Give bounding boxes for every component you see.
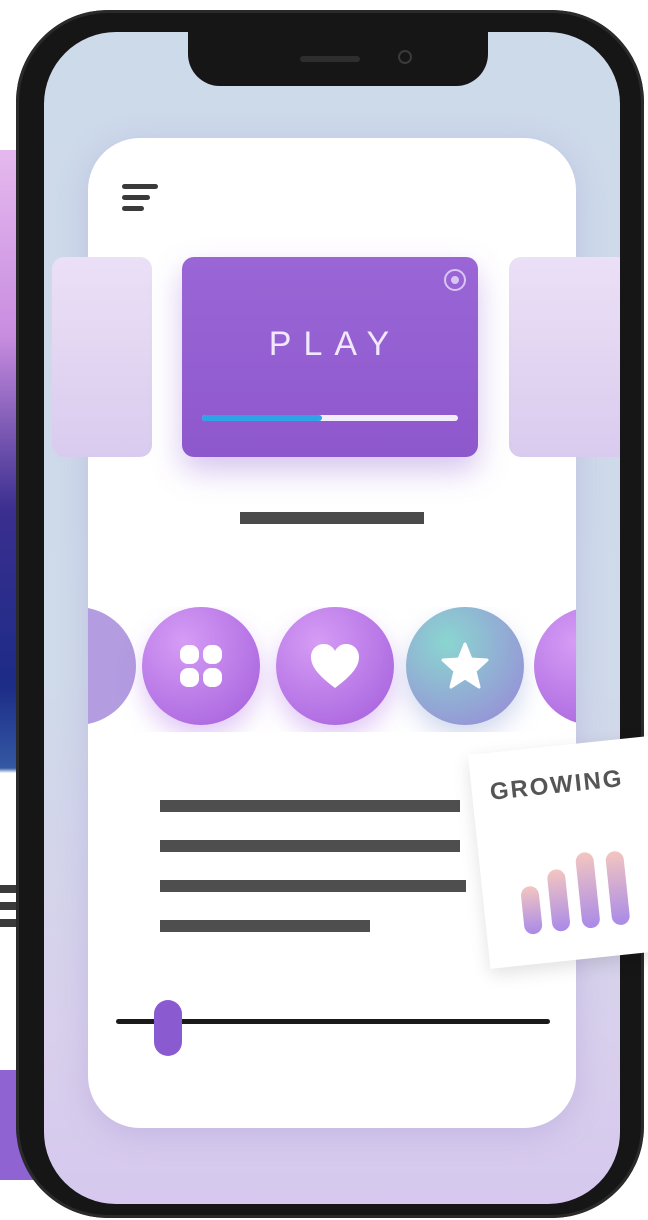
play-card[interactable]: PLAY (182, 257, 478, 457)
close-icon[interactable] (444, 269, 466, 291)
carousel-card-next[interactable] (509, 257, 620, 457)
heart-button[interactable] (276, 607, 394, 725)
heart-icon (311, 644, 359, 688)
text-placeholder-lines (160, 800, 466, 960)
feature-icon-row (88, 607, 576, 732)
growing-bar (574, 851, 601, 929)
phone-screen: PLAY (44, 32, 620, 1204)
speaker-grille (300, 56, 360, 62)
hamburger-menu-icon[interactable] (122, 184, 158, 217)
play-progress-fill (202, 415, 323, 421)
growing-label: GROWING (488, 764, 625, 806)
play-label: PLAY (268, 325, 402, 363)
star-button[interactable] (406, 607, 524, 725)
phone-frame: PLAY (16, 10, 644, 1218)
phone-notch (188, 32, 488, 86)
camera-icon (398, 50, 412, 64)
feature-circle-partial-right[interactable] (534, 607, 576, 725)
slider-thumb[interactable] (154, 1000, 183, 1056)
play-progress-bar[interactable] (202, 415, 458, 421)
growing-bar (546, 868, 571, 933)
growing-badge-card: GROWING (468, 734, 648, 969)
growing-bar (520, 885, 544, 936)
carousel-card-previous[interactable] (52, 257, 152, 457)
title-placeholder (240, 512, 424, 524)
clover-button[interactable] (142, 607, 260, 725)
star-icon (441, 642, 489, 689)
growing-bar (604, 850, 631, 926)
clover-icon (180, 645, 222, 687)
feature-circle-partial-left[interactable] (88, 607, 136, 725)
